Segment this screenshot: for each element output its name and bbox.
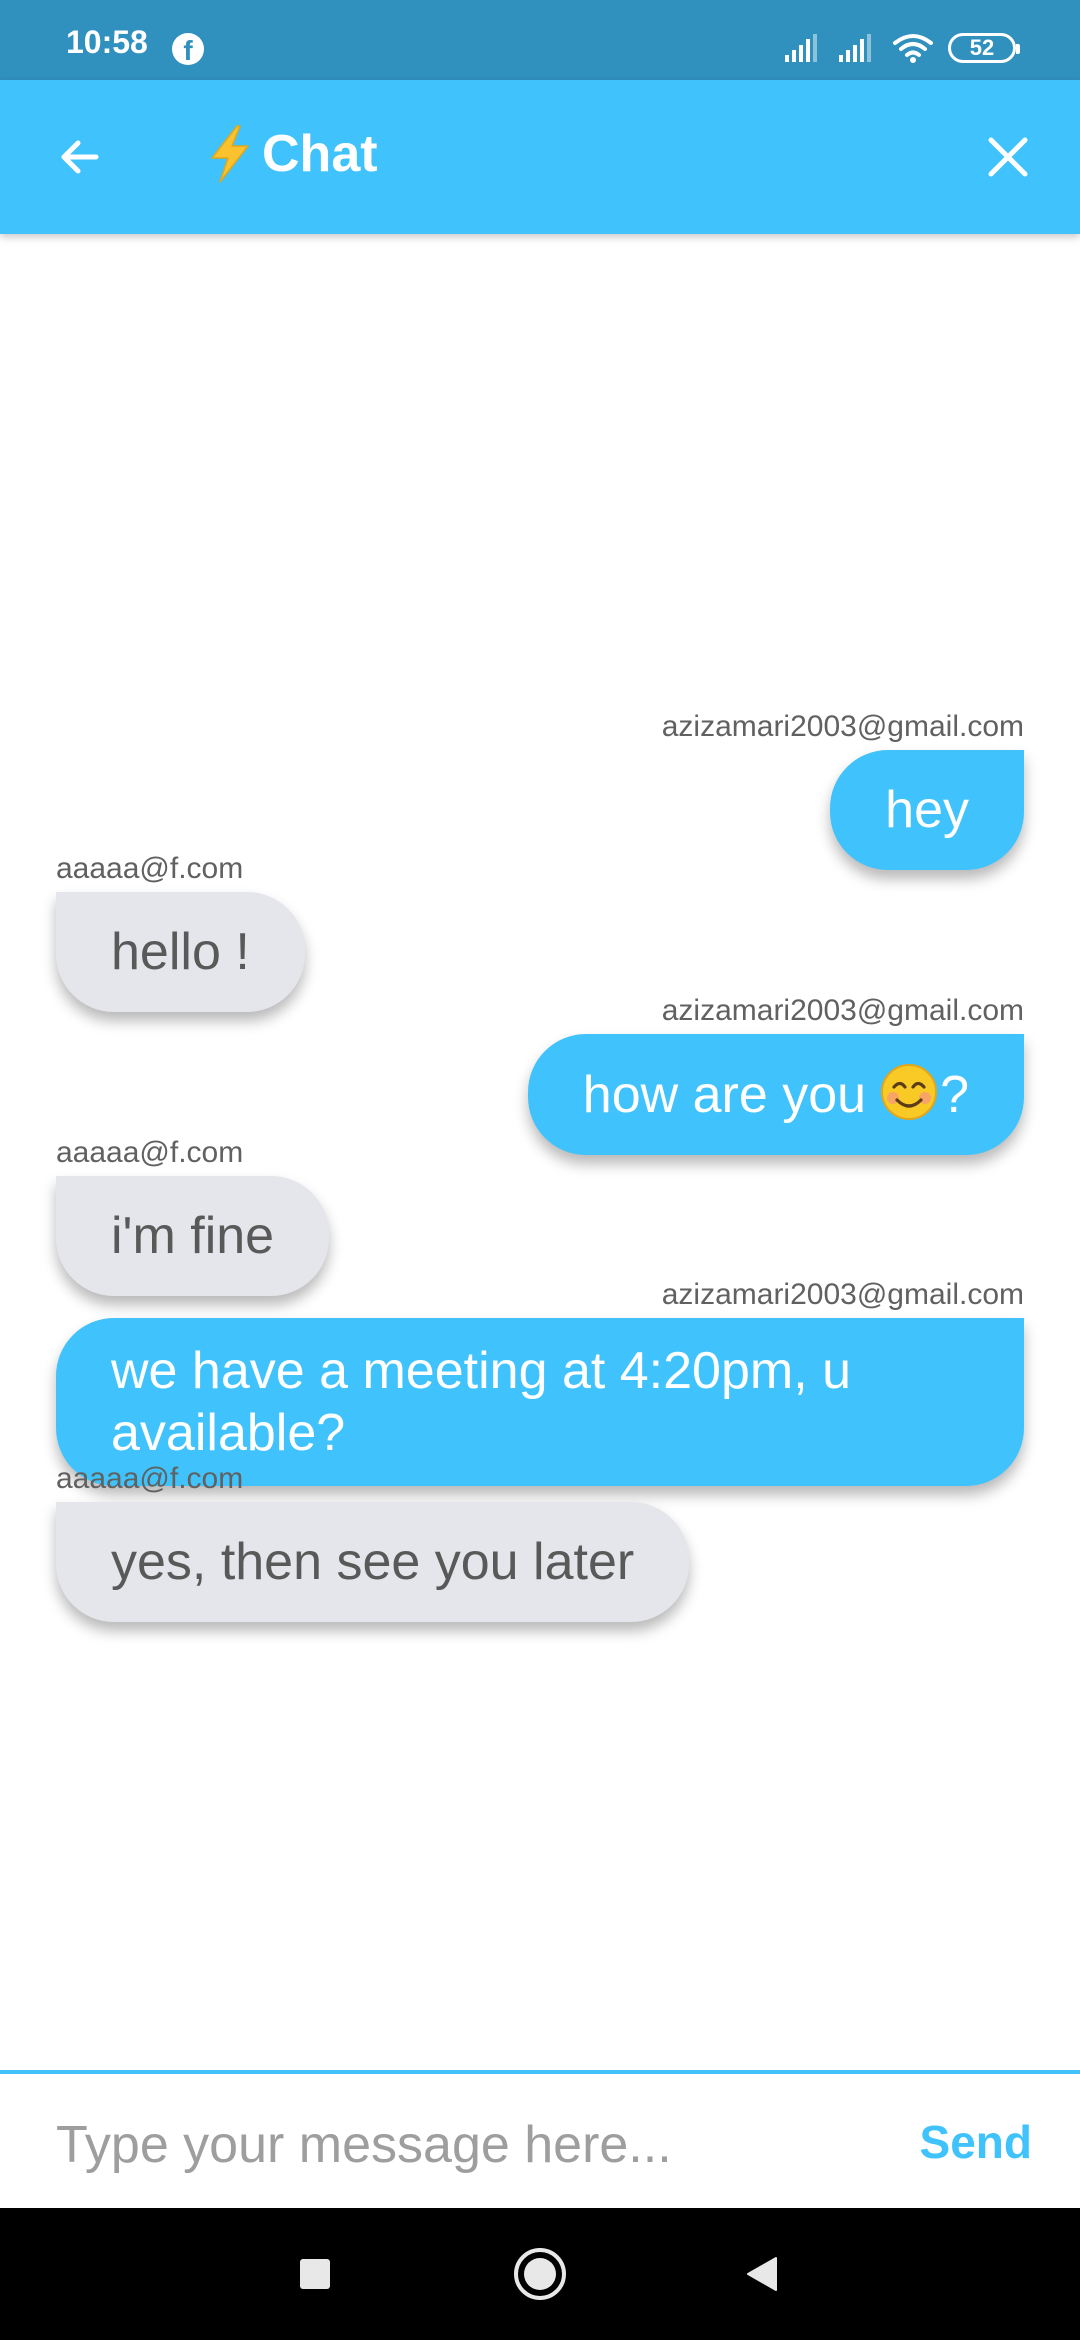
signal-sim2-icon (839, 34, 871, 62)
app-bar: Chat (0, 80, 1080, 234)
close-icon (988, 137, 1028, 177)
battery-level: 52 (969, 35, 995, 60)
recents-square-icon (300, 2259, 330, 2289)
message-text: we have a meeting at 4:20pm, u available… (111, 1342, 852, 1462)
recents-button[interactable] (275, 2234, 355, 2314)
message-input[interactable] (56, 2088, 838, 2202)
message-text: how are you (582, 1066, 867, 1124)
message-incoming: aaaaa@f.com hello ! (56, 854, 1024, 1012)
message-text: i'm fine (111, 1207, 275, 1265)
status-bar: 10:58 f 52 (0, 0, 1080, 80)
home-button[interactable] (500, 2234, 580, 2314)
message-outgoing: azizamari2003@gmail.com how are you ? (56, 996, 1024, 1155)
message-sender: azizamari2003@gmail.com (661, 1278, 1024, 1311)
back-triangle-icon (747, 2257, 777, 2291)
back-nav-button[interactable] (722, 2234, 802, 2314)
message-bubble[interactable]: we have a meeting at 4:20pm, u available… (56, 1318, 1024, 1486)
status-system-icons: 52 (784, 28, 1020, 68)
message-sender: aaaaa@f.com (56, 1136, 244, 1169)
message-bubble[interactable]: hey (830, 750, 1024, 870)
message-list[interactable]: azizamari2003@gmail.com hey aaaaa@f.com … (0, 234, 1080, 2070)
message-incoming: aaaaa@f.com i'm fine (56, 1138, 1024, 1296)
bolt-icon (211, 125, 249, 183)
back-button[interactable] (44, 121, 116, 193)
wifi-icon (893, 34, 933, 63)
message-bubble[interactable]: hello ! (56, 892, 305, 1012)
home-circle-icon (514, 2248, 566, 2300)
arrow-back-icon (61, 140, 99, 174)
page-title: Chat (204, 124, 378, 184)
message-bubble[interactable]: yes, then see you later (56, 1502, 690, 1622)
message-outgoing: azizamari2003@gmail.com we have a meetin… (56, 1280, 1024, 1486)
facebook-icon: f (172, 33, 204, 65)
message-text: hey (885, 781, 969, 839)
signal-sim1-icon (785, 34, 817, 62)
message-text: hello ! (111, 923, 250, 981)
smiling-face-icon (881, 1064, 938, 1120)
message-sender: azizamari2003@gmail.com (661, 710, 1024, 743)
send-button[interactable]: Send (876, 2092, 1032, 2192)
status-time: 10:58 (66, 24, 148, 60)
message-composer: Send (0, 2070, 1080, 2212)
message-outgoing: azizamari2003@gmail.com hey (56, 712, 1024, 870)
message-bubble[interactable]: i'm fine (56, 1176, 330, 1296)
battery-icon: 52 (948, 33, 1020, 63)
page-title-text: Chat (262, 125, 378, 183)
message-incoming: aaaaa@f.com yes, then see you later (56, 1464, 1024, 1622)
message-text-suffix: ? (940, 1066, 969, 1124)
close-button[interactable] (972, 121, 1044, 193)
message-sender: aaaaa@f.com (56, 1462, 244, 1495)
message-sender: aaaaa@f.com (56, 852, 244, 885)
system-nav-bar (0, 2208, 1080, 2340)
message-text: yes, then see you later (111, 1533, 635, 1591)
message-bubble[interactable]: how are you ? (527, 1034, 1024, 1155)
message-sender: azizamari2003@gmail.com (661, 994, 1024, 1027)
